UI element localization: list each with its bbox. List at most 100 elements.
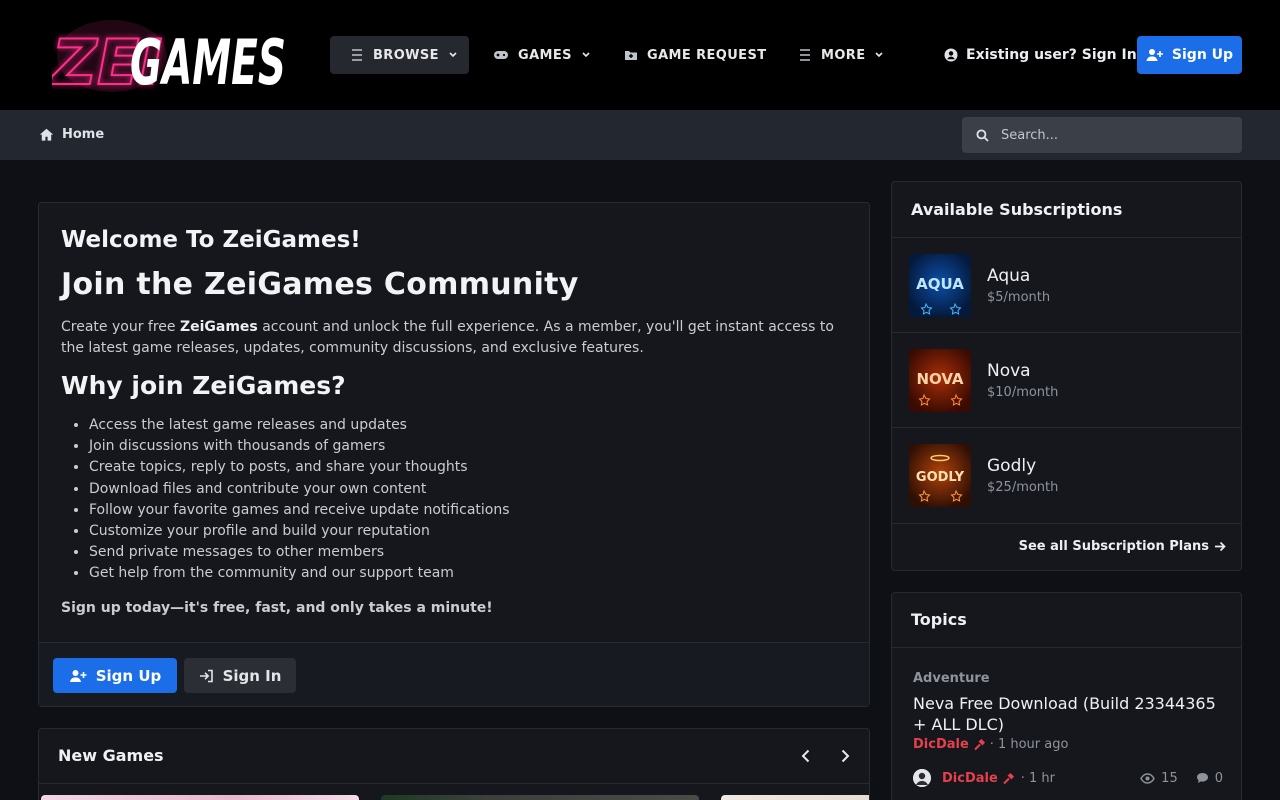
- signin-button[interactable]: Sign In: [184, 658, 296, 693]
- topic-title-link[interactable]: Neva Free Download (Build 23344365 + ALL…: [913, 693, 1233, 735]
- benefit-item: Send private messages to other members: [89, 542, 849, 563]
- topics-title: Topics: [911, 610, 967, 629]
- godly-badge-text: GODLY: [916, 470, 965, 485]
- topic-author-link[interactable]: DicDale: [913, 737, 969, 752]
- home-icon: [39, 128, 54, 141]
- new-games-title: New Games: [58, 746, 164, 765]
- breadcrumb-home[interactable]: Home: [39, 127, 104, 142]
- game-thumbnail[interactable]: [721, 795, 869, 800]
- new-games-card: New Games: [38, 728, 870, 800]
- zeigames-logo[interactable]: ZEI GAMES: [52, 16, 288, 94]
- benefit-item: Download files and contribute your own c…: [89, 479, 849, 500]
- benefit-item: Customize your profile and build your re…: [89, 521, 849, 542]
- godly-badge-image: GODLY: [909, 444, 971, 507]
- top-navbar: ZEI GAMES BROWSE GAMES GAME REQUEST MORE…: [0, 0, 1280, 110]
- why-join-heading: Why join ZeiGames?: [61, 371, 346, 400]
- welcome-heading: Join the ZeiGames Community: [61, 267, 579, 302]
- signin-link-label: Existing user? Sign In: [966, 47, 1137, 63]
- topic-views: 15: [1161, 770, 1178, 786]
- gamepad-icon: [494, 51, 508, 59]
- aqua-badge-text: AQUA: [916, 275, 964, 293]
- welcome-intro: Create your free ZeiGames account and un…: [61, 317, 851, 359]
- divider: [39, 783, 869, 784]
- chevron-right-icon: [841, 749, 850, 763]
- subscription-name: Nova: [987, 361, 1031, 381]
- chevron-down-icon: [875, 52, 884, 58]
- subscription-price: $5/month: [987, 290, 1051, 305]
- see-all-label: See all Subscription Plans: [1018, 539, 1209, 554]
- subscription-price: $10/month: [987, 385, 1059, 400]
- aqua-badge-art: AQUA: [916, 275, 964, 315]
- nav-game-request[interactable]: GAME REQUEST: [624, 36, 766, 74]
- nova-badge-image: NOVA: [909, 349, 971, 412]
- intro-text-start: Create your free: [61, 319, 180, 335]
- hammer-icon: [1003, 772, 1014, 784]
- game-thumbnail[interactable]: [381, 795, 699, 800]
- last-reply-separator: ·: [1020, 770, 1025, 786]
- nav-browse-label: BROWSE: [373, 47, 439, 63]
- user-plus-icon: [69, 669, 87, 682]
- topic-last-reply-row: DicDale · 1 hr 15 0: [913, 768, 1223, 788]
- nav-more[interactable]: MORE: [798, 36, 884, 74]
- benefit-item: Join discussions with thousands of gamer…: [89, 436, 849, 457]
- subscriptions-footer: See all Subscription Plans: [892, 523, 1241, 570]
- subscription-aqua[interactable]: AQUA Aqua $5/month: [892, 237, 1241, 332]
- welcome-card: Welcome To ZeiGames! Join the ZeiGames C…: [38, 202, 870, 707]
- menu-lines-icon: [800, 49, 810, 61]
- nav-games-label: GAMES: [518, 47, 572, 63]
- breadcrumb-bar: Home: [0, 110, 1280, 160]
- topics-card: Topics Adventure Neva Free Download (Bui…: [891, 592, 1242, 800]
- benefits-list: Access the latest game releases and upda…: [89, 415, 849, 585]
- signup-button-header[interactable]: Sign Up: [1137, 36, 1242, 74]
- subscription-nova[interactable]: NOVA Nova $10/month: [892, 332, 1241, 427]
- welcome-title: Welcome To ZeiGames!: [61, 227, 361, 253]
- subscriptions-title: Available Subscriptions: [911, 200, 1123, 219]
- eye-icon: [1140, 772, 1155, 784]
- avatar-image: [913, 769, 931, 787]
- nav-games[interactable]: GAMES: [493, 36, 591, 74]
- last-reply-time: 1 hr: [1028, 770, 1055, 786]
- carousel-prev-button[interactable]: [793, 743, 819, 769]
- search-icon: [976, 129, 989, 142]
- nav-game-request-label: GAME REQUEST: [647, 47, 767, 63]
- topic-stats: 15 0: [1140, 768, 1223, 788]
- nav-more-label: MORE: [821, 47, 866, 63]
- subscription-price: $25/month: [987, 480, 1059, 495]
- see-all-subscriptions-link[interactable]: See all Subscription Plans: [1019, 539, 1226, 554]
- subscription-name: Godly: [987, 456, 1037, 476]
- subscription-godly[interactable]: GODLY Godly $25/month: [892, 427, 1241, 522]
- arrow-right-icon: [1215, 541, 1226, 552]
- signup-button[interactable]: Sign Up: [53, 658, 177, 693]
- folder-plus-icon: [625, 51, 637, 60]
- signup-button-header-label: Sign Up: [1171, 47, 1234, 63]
- nova-badge-art: NOVA: [916, 370, 964, 406]
- benefit-item: Create topics, reply to posts, and share…: [89, 457, 849, 478]
- signup-cta-text: Sign up today—it's free, fast, and only …: [61, 600, 493, 616]
- benefit-item: Access the latest game releases and upda…: [89, 415, 849, 436]
- chevron-down-icon: [582, 52, 590, 58]
- topic-time-separator: ·: [989, 737, 994, 752]
- topic-category[interactable]: Adventure: [913, 671, 990, 686]
- last-reply-author-link[interactable]: DicDale: [942, 771, 998, 786]
- divider: [892, 647, 1241, 648]
- game-thumbnail[interactable]: [41, 795, 359, 800]
- carousel-next-button[interactable]: [832, 743, 858, 769]
- logo-text-games: GAMES: [130, 26, 286, 94]
- nova-badge-text: NOVA: [916, 370, 963, 388]
- signup-button-label: Sign Up: [95, 666, 162, 685]
- existing-user-signin-link[interactable]: Existing user? Sign In: [944, 36, 1137, 74]
- subscription-name: Aqua: [987, 266, 1031, 286]
- nav-browse[interactable]: BROWSE: [330, 36, 469, 74]
- user-plus-icon: [1146, 49, 1163, 61]
- search-input[interactable]: [1001, 127, 1221, 143]
- godly-badge-art: GODLY: [916, 454, 965, 502]
- welcome-actions: Sign Up Sign In: [39, 642, 869, 706]
- search-box[interactable]: [962, 117, 1242, 153]
- comment-icon: [1196, 773, 1208, 783]
- breadcrumb-home-label: Home: [62, 127, 105, 142]
- avatar[interactable]: [913, 769, 931, 787]
- chevron-down-icon: [449, 52, 457, 58]
- signin-button-label: Sign In: [222, 666, 282, 685]
- topic-posted-time: 1 hour ago: [997, 737, 1069, 752]
- user-circle-icon: [944, 48, 958, 62]
